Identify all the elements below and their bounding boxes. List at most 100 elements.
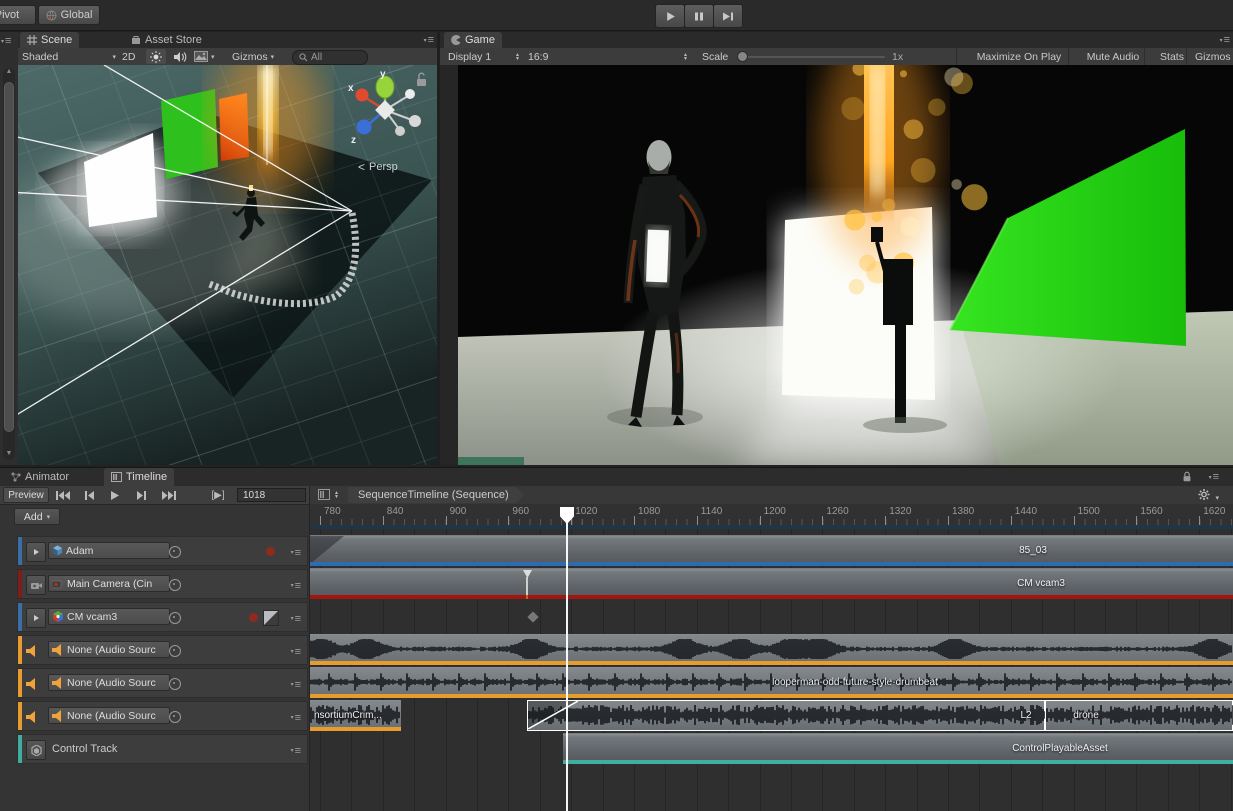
track-menu-icon[interactable]: ▾≡: [291, 545, 301, 558]
axis-neg-cone-2[interactable]: [409, 115, 421, 127]
tab-timeline[interactable]: Timeline: [104, 468, 174, 486]
stats-button[interactable]: Stats: [1144, 48, 1191, 65]
preview-toggle-button[interactable]: Preview: [3, 487, 49, 503]
timeline-clip[interactable]: [310, 634, 1233, 665]
track-mute-speaker-icon[interactable]: [26, 711, 38, 726]
keyframe-diamond[interactable]: [527, 611, 538, 622]
vertical-scrollbar[interactable]: ▲ ▼: [3, 68, 15, 460]
aspect-ratio-dropdown[interactable]: 16:9 ▲▼: [528, 48, 688, 65]
scene-panel-menu-icon[interactable]: ▾≡: [424, 35, 434, 45]
track-target-icon[interactable]: [169, 645, 181, 657]
play-button[interactable]: [655, 4, 685, 28]
track-icon-button[interactable]: [26, 740, 46, 760]
timeline-clip-looperman-odd-future-style-drumbeat[interactable]: looperman-odd-future-style-drumbeat: [310, 667, 1233, 698]
play-range-button[interactable]: [▶]: [205, 487, 231, 503]
timeline-clip-cm-vcam3[interactable]: CM vcam3: [310, 568, 1233, 599]
track-header-control-6[interactable]: Control Track▾≡: [17, 734, 308, 764]
timeline-clip-drone[interactable]: drone: [1045, 700, 1233, 731]
tab-asset-store[interactable]: Asset Store: [124, 32, 209, 48]
track-target-icon[interactable]: [169, 711, 181, 723]
scene-effects-dropdown[interactable]: ▾: [194, 48, 224, 65]
track-header-audio-5[interactable]: None (Audio Sourc▾≡: [17, 701, 308, 731]
scene-audio-button[interactable]: [170, 48, 190, 65]
track-menu-icon[interactable]: ▾≡: [291, 578, 301, 591]
track-menu-icon[interactable]: ▾≡: [291, 743, 301, 756]
track-menu-icon[interactable]: ▾≡: [291, 677, 301, 690]
current-frame-field[interactable]: 1018: [237, 488, 306, 502]
mute-audio-button[interactable]: Mute Audio: [1068, 48, 1149, 65]
goto-start-button[interactable]: [52, 487, 74, 503]
track-expand-button[interactable]: [26, 542, 46, 562]
prev-frame-button[interactable]: [78, 487, 100, 503]
timeline-panel-menu-icon[interactable]: ▾≡: [1209, 472, 1219, 482]
scroll-up-arrow-icon[interactable]: ▲: [3, 68, 15, 78]
game-panel-menu-icon[interactable]: ▾≡: [1220, 35, 1230, 45]
track-expand-button[interactable]: [26, 608, 46, 628]
track-binding-field[interactable]: CM vcam3: [48, 608, 170, 625]
scene-viewport[interactable]: y x z: [18, 65, 437, 465]
timeline-clip-controlplayableasset[interactable]: ControlPlayableAsset: [563, 733, 1233, 764]
maximize-on-play-button[interactable]: Maximize On Play: [956, 48, 1073, 65]
perspective-toggle[interactable]: < Persp: [358, 160, 398, 174]
track-binding-field[interactable]: Adam: [48, 542, 170, 559]
track-menu-icon[interactable]: ▾≡: [291, 644, 301, 657]
gear-icon[interactable]: [1197, 488, 1211, 501]
panel-menu-icon[interactable]: ▾≡: [1, 36, 11, 46]
track-header-audio-3[interactable]: None (Audio Sourc ▾≡: [17, 635, 308, 665]
shading-mode-dropdown[interactable]: Shaded ▾: [22, 48, 118, 65]
scroll-down-arrow-icon[interactable]: ▼: [3, 450, 15, 460]
track-menu-icon[interactable]: ▾≡: [291, 710, 301, 723]
track-target-icon[interactable]: [169, 579, 181, 591]
timeline-clip-85-03[interactable]: 85_03: [310, 535, 1233, 566]
track-binding-field[interactable]: None (Audio Sourc: [48, 641, 170, 658]
axis-neg-cone-1[interactable]: [405, 89, 415, 99]
lock-icon[interactable]: [1181, 471, 1193, 483]
scene-search-input[interactable]: All: [292, 50, 368, 65]
pause-button[interactable]: [684, 4, 714, 28]
pivot-toggle-button[interactable]: Pivot: [0, 5, 36, 25]
breadcrumb[interactable]: SequenceTimeline (Sequence): [348, 487, 525, 503]
global-toggle-button[interactable]: Global: [38, 5, 100, 25]
gear-caret-icon[interactable]: ▾: [1215, 494, 1219, 502]
game-gizmos-dropdown[interactable]: Gizmos ▾: [1186, 48, 1233, 65]
scrollbar-thumb[interactable]: [4, 82, 14, 432]
track-target-icon[interactable]: [169, 612, 181, 624]
tab-game[interactable]: Game: [444, 32, 502, 48]
scene-lighting-button[interactable]: [146, 49, 166, 64]
track-header-animation-0[interactable]: Adam ▾≡: [17, 536, 308, 566]
timeline-clip-l2[interactable]: L2: [527, 700, 1045, 731]
axis-neg-cone-3[interactable]: [395, 126, 405, 136]
track-menu-icon[interactable]: ▾≡: [291, 611, 301, 624]
track-binding-field[interactable]: None (Audio Sourc: [48, 674, 170, 691]
track-target-icon[interactable]: [169, 546, 181, 558]
2d-toggle-button[interactable]: 2D: [122, 48, 135, 65]
track-header-audio-4[interactable]: None (Audio Sourc ▾≡: [17, 668, 308, 698]
gizmos-dropdown[interactable]: Gizmos ▾: [232, 48, 274, 65]
goto-end-button[interactable]: [156, 487, 182, 503]
record-toggle[interactable]: [266, 547, 275, 556]
add-track-button[interactable]: Add ▾: [14, 508, 60, 525]
display-dropdown[interactable]: Display 1 ▲▼: [448, 48, 520, 65]
step-button[interactable]: [713, 4, 743, 28]
timeline-play-button[interactable]: [104, 487, 126, 503]
tab-animator[interactable]: Animator: [4, 468, 76, 486]
record-toggle[interactable]: [249, 613, 258, 622]
curves-icon[interactable]: [263, 610, 279, 626]
axis-z-cone[interactable]: [357, 120, 372, 135]
timeline-ruler[interactable]: 7808409009601020108011401200126013201380…: [310, 504, 1233, 529]
timeline-clip-nsortiumcrim-[interactable]: nsortiumCrim...: [310, 700, 401, 731]
track-mute-speaker-icon[interactable]: [26, 645, 38, 660]
axis-x-cone[interactable]: [356, 89, 369, 102]
tab-scene[interactable]: Scene: [20, 32, 79, 48]
next-frame-button[interactable]: [130, 487, 152, 503]
timeline-selector-icon[interactable]: ▲▼: [334, 491, 339, 499]
track-target-icon[interactable]: [169, 678, 181, 690]
track-header-cinemachine-brain-1[interactable]: Main Camera (Cin ▾≡: [17, 569, 308, 599]
track-binding-field[interactable]: Main Camera (Cin: [48, 575, 170, 592]
track-header-cinemachine-shot-2[interactable]: CM vcam3 ▾≡: [17, 602, 308, 632]
track-icon-button[interactable]: [26, 575, 46, 595]
scale-slider-thumb[interactable]: [737, 51, 748, 62]
game-viewport[interactable]: [440, 65, 1233, 465]
track-mute-speaker-icon[interactable]: [26, 678, 38, 693]
scale-slider[interactable]: [737, 56, 885, 58]
